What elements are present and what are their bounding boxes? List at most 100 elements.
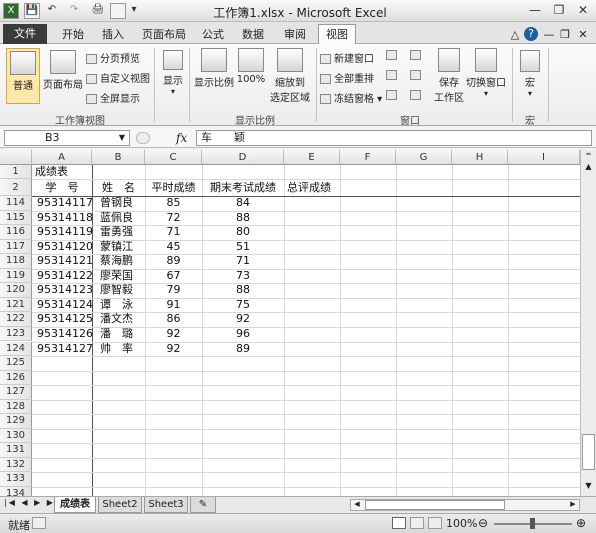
student-id-cell[interactable]: 95314122 bbox=[37, 269, 93, 283]
student-id-cell[interactable]: 95314125 bbox=[37, 312, 93, 326]
redo-icon[interactable]: ↷ bbox=[66, 3, 82, 19]
insert-sheet-icon[interactable]: ✎ bbox=[190, 497, 216, 513]
zoom-out-icon[interactable]: ⊖ bbox=[478, 516, 488, 530]
page-break-preview-button[interactable]: 分页预览 bbox=[86, 50, 140, 65]
minimize-ribbon-icon[interactable]: △ bbox=[508, 25, 522, 44]
row-header[interactable]: 128 bbox=[0, 399, 32, 415]
row-header[interactable]: 116 bbox=[0, 225, 32, 240]
horizontal-scroll-thumb[interactable] bbox=[365, 500, 505, 510]
vertical-scroll-thumb[interactable] bbox=[582, 434, 595, 470]
new-window-button[interactable]: 新建窗口 bbox=[320, 50, 374, 65]
usual-score-cell[interactable]: 71 bbox=[145, 225, 202, 239]
save-icon[interactable]: 💾 bbox=[24, 3, 40, 19]
row-header[interactable]: 115 bbox=[0, 210, 32, 226]
zoom-button[interactable]: 显示比例 bbox=[192, 48, 236, 89]
scroll-up-icon[interactable]: ▲ bbox=[583, 162, 594, 174]
page-layout-status-icon[interactable] bbox=[410, 517, 424, 529]
header-name[interactable]: 姓 名 bbox=[92, 181, 145, 195]
row-header[interactable]: 125 bbox=[0, 356, 32, 371]
macros-button[interactable]: 宏 ▾ bbox=[518, 50, 542, 98]
sheet-tab-scores[interactable]: 成绩表 bbox=[54, 497, 96, 513]
page-layout-view-button[interactable]: 页面布局 bbox=[42, 48, 84, 104]
customize-qat-icon[interactable]: ▾ bbox=[126, 3, 142, 19]
scroll-left-icon[interactable]: ◀ bbox=[351, 500, 363, 510]
worksheet-grid[interactable]: A B C D E F G H I 1 成绩表 2 学 号 姓 名 平时成绩 期… bbox=[0, 150, 580, 496]
student-id-cell[interactable]: 95314126 bbox=[37, 327, 93, 341]
column-header-f[interactable]: F bbox=[340, 150, 396, 165]
header-student-id[interactable]: 学 号 bbox=[32, 181, 92, 195]
row-header[interactable]: 133 bbox=[0, 472, 32, 487]
student-id-cell[interactable]: 95314123 bbox=[37, 283, 93, 297]
close-button[interactable]: ✕ bbox=[574, 2, 592, 18]
page-break-status-icon[interactable] bbox=[428, 517, 442, 529]
workbook-close-button[interactable]: ✕ bbox=[576, 25, 590, 44]
student-name-cell[interactable]: 蒙镇江 bbox=[100, 240, 133, 254]
row-header[interactable]: 2 bbox=[0, 179, 32, 196]
final-score-cell[interactable]: 92 bbox=[202, 312, 284, 326]
final-score-cell[interactable]: 71 bbox=[202, 254, 284, 268]
freeze-panes-button[interactable]: 冻结窗格 ▾ bbox=[320, 90, 382, 105]
zoom-in-icon[interactable]: ⊕ bbox=[576, 516, 586, 530]
row-header[interactable]: 124 bbox=[0, 341, 32, 357]
normal-view-status-icon[interactable] bbox=[392, 517, 406, 529]
tab-data[interactable]: 数据 bbox=[236, 25, 270, 44]
column-header-g[interactable]: G bbox=[396, 150, 452, 165]
final-score-cell[interactable]: 89 bbox=[202, 342, 284, 356]
zoom-100-button[interactable]: 100% bbox=[236, 48, 266, 85]
column-header-i[interactable]: I bbox=[508, 150, 580, 165]
macro-record-icon[interactable] bbox=[32, 517, 46, 529]
usual-score-cell[interactable]: 85 bbox=[145, 196, 202, 210]
tab-page-layout[interactable]: 页面布局 bbox=[138, 25, 190, 44]
synchronous-scrolling-button[interactable] bbox=[410, 70, 424, 81]
tab-review[interactable]: 审阅 bbox=[278, 25, 312, 44]
row-header[interactable]: 131 bbox=[0, 443, 32, 458]
scroll-right-icon[interactable]: ▶ bbox=[567, 500, 579, 510]
usual-score-cell[interactable]: 86 bbox=[145, 312, 202, 326]
row-header[interactable]: 119 bbox=[0, 268, 32, 284]
student-id-cell[interactable]: 95314124 bbox=[37, 298, 93, 312]
formula-input[interactable]: 车 颖 bbox=[196, 130, 592, 146]
save-workspace-button[interactable]: 保存 工作区 bbox=[432, 48, 466, 104]
final-score-cell[interactable]: 51 bbox=[202, 240, 284, 254]
student-name-cell[interactable]: 雷勇强 bbox=[100, 225, 133, 239]
tab-insert[interactable]: 插入 bbox=[96, 25, 130, 44]
row-header[interactable]: 1 bbox=[0, 165, 32, 179]
zoom-to-selection-button[interactable]: 缩放到 选定区域 bbox=[268, 48, 312, 104]
workbook-minimize-button[interactable]: — bbox=[542, 25, 556, 44]
restore-button[interactable]: ❐ bbox=[550, 2, 568, 18]
final-score-cell[interactable]: 80 bbox=[202, 225, 284, 239]
show-button[interactable]: 显示 ▾ bbox=[160, 50, 186, 96]
student-name-cell[interactable]: 蔡海鹏 bbox=[100, 254, 133, 268]
undo-icon[interactable]: ↶ bbox=[44, 3, 60, 19]
horizontal-scrollbar[interactable]: ◀ ▶ bbox=[350, 499, 580, 511]
tab-view[interactable]: 视图 bbox=[318, 24, 356, 44]
row-header[interactable]: 134 bbox=[0, 487, 32, 496]
formula-bar-resize-icon[interactable] bbox=[136, 132, 150, 144]
print-preview-icon[interactable]: 🖨 bbox=[90, 3, 106, 19]
row-header[interactable]: 114 bbox=[0, 196, 32, 211]
usual-score-cell[interactable]: 92 bbox=[145, 342, 202, 356]
sheet-nav-icons[interactable]: |◀ ◀ ▶ ▶| bbox=[4, 498, 60, 507]
header-final-exam-score[interactable]: 期末考试成绩 bbox=[202, 181, 284, 195]
header-usual-score[interactable]: 平时成绩 bbox=[145, 181, 202, 195]
split-button[interactable] bbox=[386, 50, 400, 61]
row-header[interactable]: 129 bbox=[0, 414, 32, 429]
name-box-dropdown-icon[interactable]: ▼ bbox=[119, 131, 125, 145]
student-id-cell[interactable]: 95314121 bbox=[37, 254, 93, 268]
tab-file[interactable]: 文件 bbox=[3, 24, 47, 44]
name-box[interactable]: B3 ▼ bbox=[4, 130, 130, 146]
column-header-d[interactable]: D bbox=[202, 150, 284, 165]
student-name-cell[interactable]: 廖智毅 bbox=[100, 283, 133, 297]
usual-score-cell[interactable]: 91 bbox=[145, 298, 202, 312]
column-header-c[interactable]: C bbox=[145, 150, 202, 165]
insert-function-icon[interactable]: fx bbox=[176, 131, 187, 145]
tab-home[interactable]: 开始 bbox=[56, 25, 90, 44]
view-side-by-side-button[interactable] bbox=[410, 50, 424, 61]
hide-button[interactable] bbox=[386, 70, 400, 81]
student-id-cell[interactable]: 95314127 bbox=[37, 342, 93, 356]
column-header-h[interactable]: H bbox=[452, 150, 508, 165]
final-score-cell[interactable]: 84 bbox=[202, 196, 284, 210]
student-name-cell[interactable]: 蓝佩良 bbox=[100, 211, 133, 225]
final-score-cell[interactable]: 73 bbox=[202, 269, 284, 283]
row-header[interactable]: 120 bbox=[0, 283, 32, 298]
